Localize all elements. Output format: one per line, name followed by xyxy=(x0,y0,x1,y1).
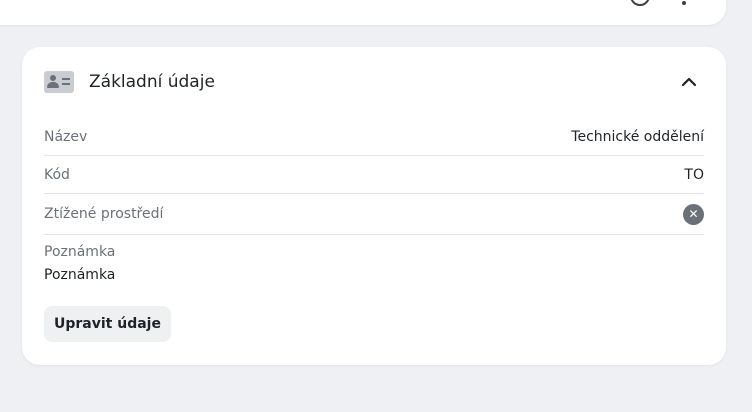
field-list: Název Technické oddělení Kód TO Ztížené … xyxy=(44,117,704,235)
card-header[interactable]: Základní údaje xyxy=(44,67,704,97)
card-title: Základní údaje xyxy=(89,72,215,92)
id-card-icon xyxy=(44,71,74,93)
clock-icon[interactable] xyxy=(630,0,650,6)
field-label: Kód xyxy=(44,166,70,183)
field-row-code: Kód TO xyxy=(44,156,704,194)
note-label: Poznámka xyxy=(44,244,116,260)
field-value: TO xyxy=(684,166,704,183)
field-label: Název xyxy=(44,129,88,145)
previous-card xyxy=(0,0,726,25)
field-value: Technické oddělení xyxy=(571,129,704,145)
kebab-menu-icon[interactable] xyxy=(682,1,686,5)
field-row-name: Název Technické oddělení xyxy=(44,117,704,156)
field-row-hazardous-environment: Ztížené prostředí ✕ xyxy=(44,194,704,235)
basic-info-card: Základní údaje Název Technické oddělení … xyxy=(22,47,726,365)
x-circle-icon: ✕ xyxy=(683,203,704,225)
note-field: Poznámka Poznámka xyxy=(44,244,115,283)
chevron-up-icon[interactable] xyxy=(674,67,704,97)
note-value: Poznámka xyxy=(44,267,116,283)
field-label: Ztížené prostředí xyxy=(44,206,164,222)
edit-details-button[interactable]: Upravit údaje xyxy=(44,306,171,342)
